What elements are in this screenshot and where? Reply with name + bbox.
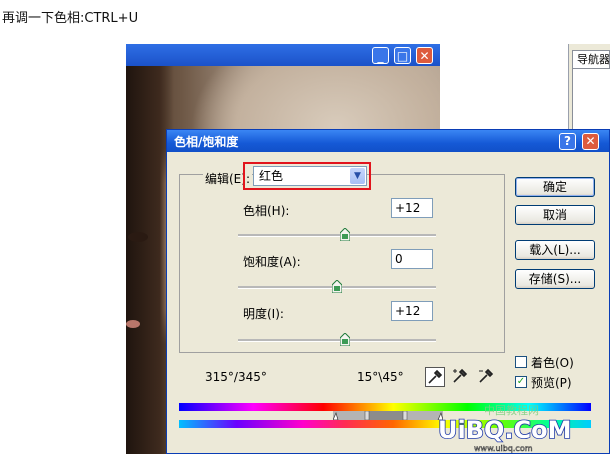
svg-text:UiBQ.CoM: UiBQ.CoM — [438, 416, 572, 444]
colorize-label[interactable]: 着色(O) — [531, 354, 574, 371]
help-button[interactable]: ? — [559, 133, 576, 150]
photo-lips — [126, 320, 140, 328]
saturation-input[interactable]: 0 — [391, 249, 433, 269]
lightness-slider-track[interactable] — [238, 339, 436, 342]
dialog-close-button[interactable]: ✕ — [582, 133, 599, 150]
minimize-icon[interactable]: _ — [372, 47, 389, 64]
photo-window-titlebar[interactable]: _ □ ✕ — [126, 44, 440, 66]
preview-label[interactable]: 预览(P) — [531, 374, 572, 391]
svg-text:www.uibq.com: www.uibq.com — [474, 444, 533, 453]
color-range-slider[interactable] — [333, 411, 443, 420]
page-caption: 再调一下色相:CTRL+U — [2, 11, 139, 26]
highlight-box — [243, 162, 371, 190]
hue-label: 色相(H): — [243, 204, 290, 218]
preview-checkbox[interactable]: ✓ — [515, 376, 527, 388]
colorize-checkbox[interactable] — [515, 356, 527, 368]
load-button[interactable]: 载入(L)... — [515, 240, 595, 260]
saturation-label: 饱和度(A): — [243, 255, 301, 269]
eyedropper-minus-icon[interactable] — [477, 367, 497, 387]
ok-button[interactable]: 确定 — [515, 177, 595, 197]
lightness-label: 明度(I): — [243, 307, 284, 321]
hue-slider-thumb[interactable] — [339, 228, 350, 241]
cancel-button[interactable]: 取消 — [515, 205, 595, 225]
range-left-readout: 315°/345° — [205, 370, 267, 384]
hue-slider-track[interactable] — [238, 234, 436, 237]
lightness-input[interactable]: +12 — [391, 301, 433, 321]
maximize-icon[interactable]: □ — [394, 47, 411, 64]
dialog-titlebar[interactable]: 色相/饱和度 ? ✕ — [167, 130, 609, 152]
hue-input[interactable]: +12 — [391, 198, 433, 218]
close-icon[interactable]: ✕ — [416, 47, 433, 64]
eyedropper-plus-icon[interactable] — [451, 367, 471, 387]
photo-eye — [128, 232, 148, 242]
saturation-slider-thumb[interactable] — [332, 280, 342, 293]
dialog-title: 色相/饱和度 — [174, 135, 239, 149]
eyedropper-icon[interactable] — [425, 367, 445, 387]
site-watermark-logo: 中国教程网 UiBQ.CoM www.uibq.com — [437, 404, 572, 453]
range-right-readout: 15°\45° — [357, 370, 404, 384]
save-button[interactable]: 存储(S)... — [515, 269, 595, 289]
adjustment-group — [179, 174, 505, 353]
lightness-slider-thumb[interactable] — [339, 333, 350, 346]
tab-navigator[interactable]: 导航器 — [572, 50, 610, 68]
